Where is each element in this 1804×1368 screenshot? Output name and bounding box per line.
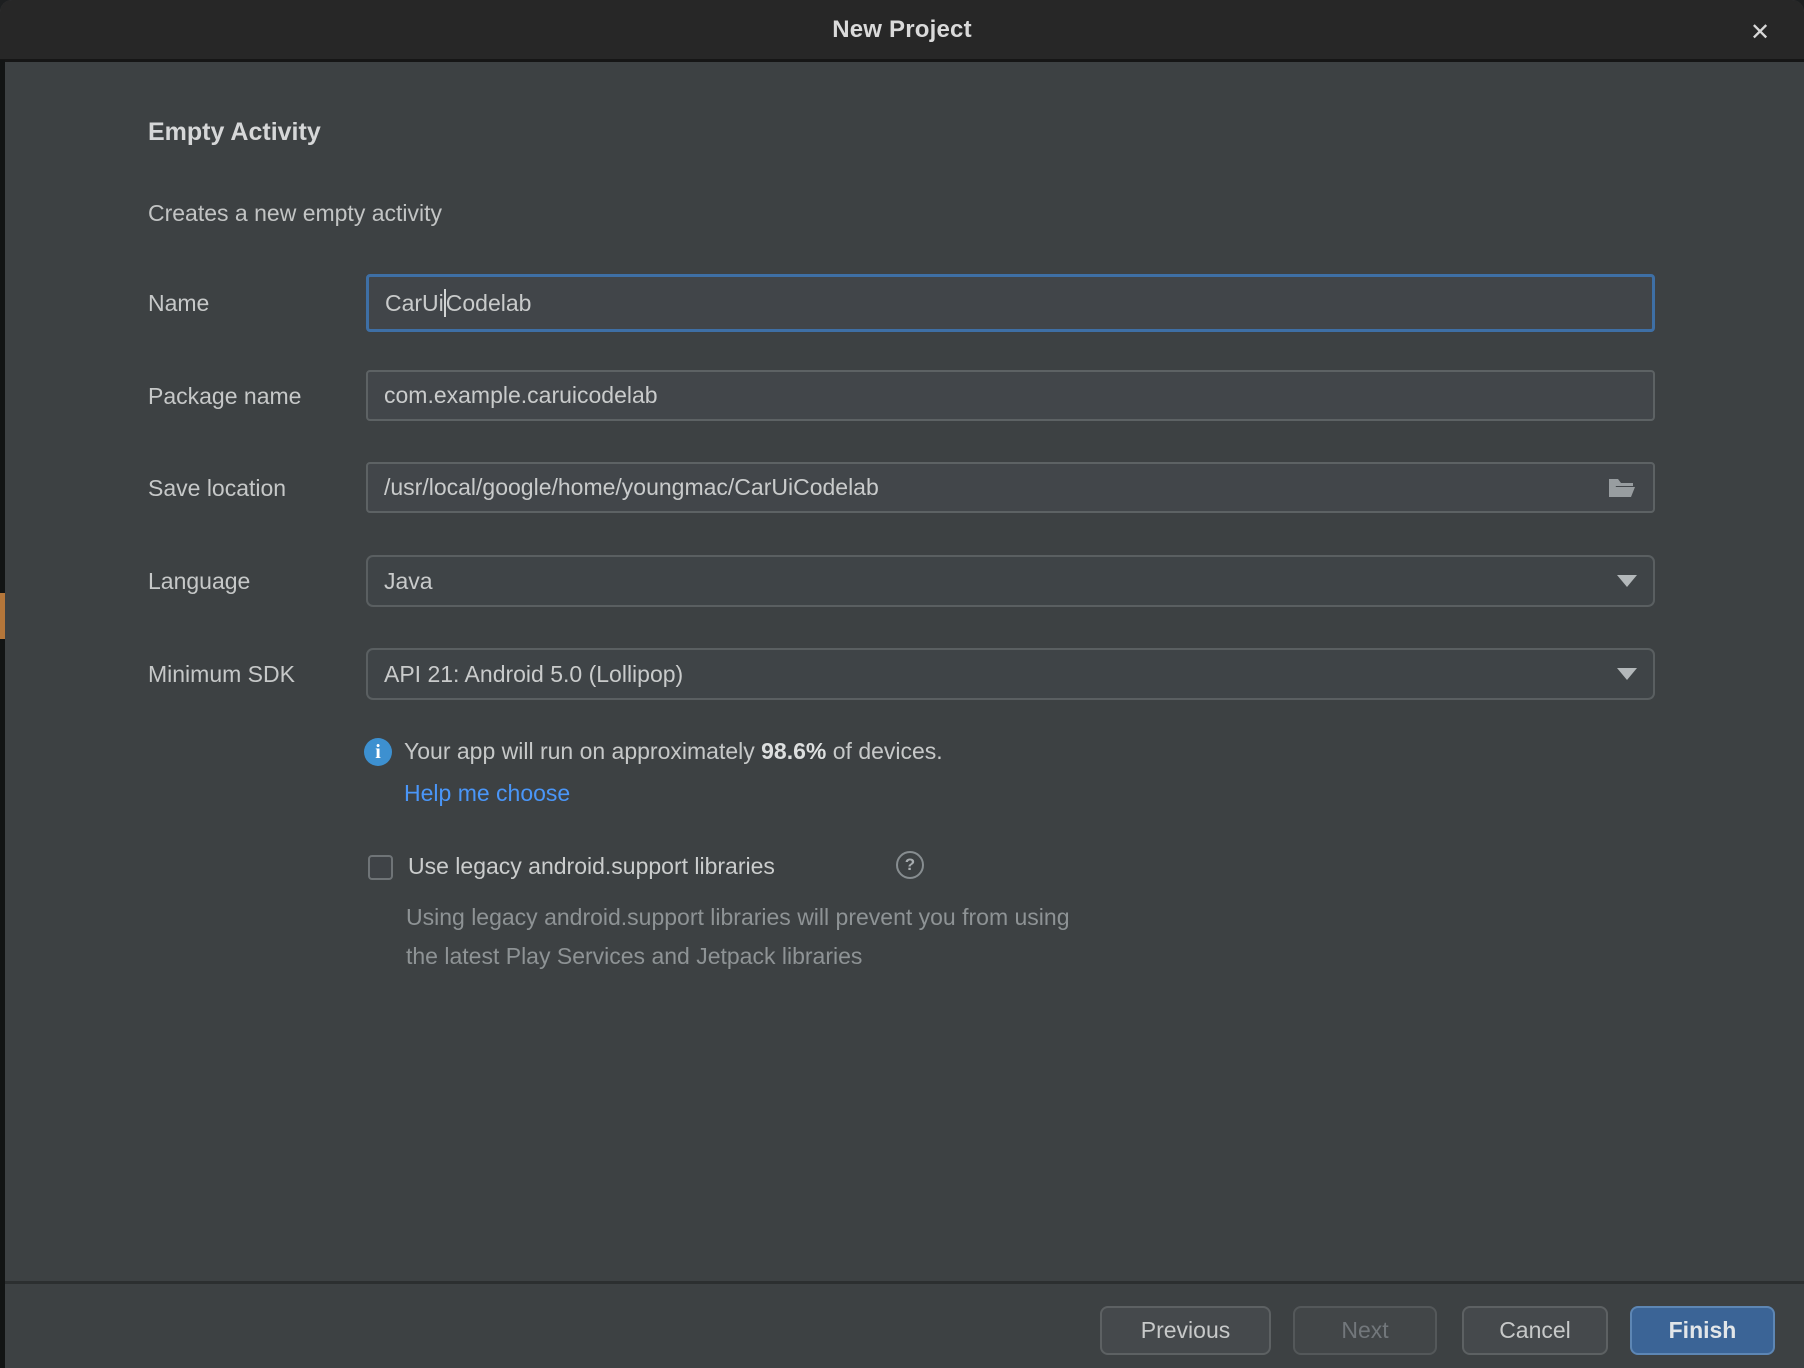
sdk-coverage-text-after: of devices.: [826, 738, 942, 764]
name-value-before-caret: CarUi: [385, 290, 444, 317]
package-name-label: Package name: [148, 383, 301, 410]
sdk-coverage-text-before: Your app will run on approximately: [404, 738, 761, 764]
help-me-choose-link[interactable]: Help me choose: [404, 780, 570, 807]
sdk-coverage-percent: 98.6%: [761, 738, 826, 764]
finish-button[interactable]: Finish: [1630, 1306, 1775, 1355]
minimum-sdk-value: API 21: Android 5.0 (Lollipop): [384, 661, 683, 688]
window-edge-accent: [0, 593, 5, 639]
chevron-down-icon: [1617, 668, 1637, 680]
legacy-support-description: Using legacy android.support libraries w…: [406, 898, 1070, 976]
close-icon[interactable]: ✕: [1742, 14, 1778, 50]
language-label: Language: [148, 568, 250, 595]
dialog-titlebar[interactable]: New Project ✕: [0, 0, 1804, 62]
language-dropdown[interactable]: Java: [366, 555, 1655, 607]
save-location-value: /usr/local/google/home/youngmac/CarUiCod…: [384, 474, 879, 501]
minimum-sdk-label: Minimum SDK: [148, 661, 295, 688]
save-location-label: Save location: [148, 475, 286, 502]
package-name-value: com.example.caruicodelab: [384, 382, 658, 409]
legacy-description-line2: the latest Play Services and Jetpack lib…: [406, 943, 862, 969]
name-value-after-caret: Codelab: [446, 290, 532, 317]
package-name-input[interactable]: com.example.caruicodelab: [366, 370, 1655, 421]
name-input[interactable]: CarUiCodelab: [366, 274, 1655, 332]
footer-separator: [0, 1281, 1804, 1284]
chevron-down-icon: [1617, 575, 1637, 587]
next-button[interactable]: Next: [1293, 1306, 1437, 1355]
legacy-description-line1: Using legacy android.support libraries w…: [406, 904, 1070, 930]
cancel-button[interactable]: Cancel: [1462, 1306, 1608, 1355]
info-icon: i: [364, 738, 392, 766]
save-location-input[interactable]: /usr/local/google/home/youngmac/CarUiCod…: [366, 462, 1655, 513]
activity-type-heading: Empty Activity: [148, 118, 321, 147]
language-value: Java: [384, 568, 433, 595]
folder-open-icon[interactable]: [1607, 476, 1637, 500]
minimum-sdk-dropdown[interactable]: API 21: Android 5.0 (Lollipop): [366, 648, 1655, 700]
dialog-title: New Project: [0, 16, 1804, 44]
name-label: Name: [148, 290, 209, 317]
legacy-support-label[interactable]: Use legacy android.support libraries: [408, 853, 775, 880]
activity-type-subtitle: Creates a new empty activity: [148, 200, 442, 227]
legacy-support-checkbox[interactable]: [368, 855, 393, 880]
help-circle-icon[interactable]: ?: [896, 851, 924, 879]
previous-button[interactable]: Previous: [1100, 1306, 1271, 1355]
sdk-coverage-text: Your app will run on approximately 98.6%…: [404, 738, 943, 765]
new-project-dialog: New Project ✕ Empty Activity Creates a n…: [0, 0, 1804, 1368]
